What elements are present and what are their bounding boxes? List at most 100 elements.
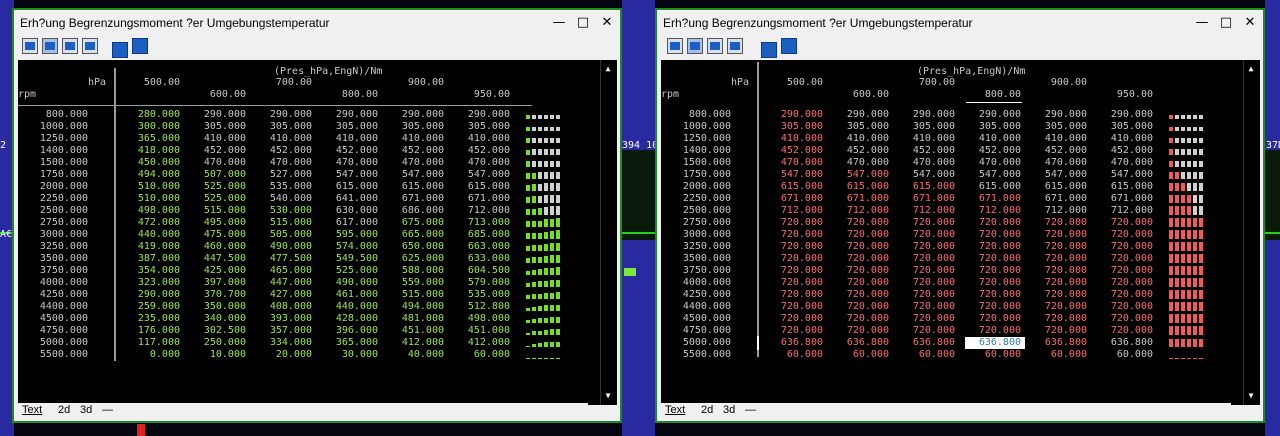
map-cell[interactable]: 290.000 [773,109,823,121]
map-cell[interactable]: 685.000 [460,229,510,241]
map-cell[interactable]: 720.000 [971,277,1021,289]
map-cell[interactable]: 525.000 [196,181,246,193]
map-cell[interactable]: 461.000 [328,289,378,301]
map-cell[interactable]: 490.000 [328,277,378,289]
map-cell[interactable]: 418.000 [130,145,180,157]
map-cell[interactable]: 410.000 [971,133,1021,145]
map-cell[interactable]: 40.000 [394,349,444,361]
map-cell[interactable]: 615.000 [328,181,378,193]
map-cell[interactable]: 720.000 [773,265,823,277]
map-cell[interactable]: 712.000 [460,205,510,217]
map-cell[interactable]: 350.000 [196,301,246,313]
map-cell[interactable]: 712.000 [773,205,823,217]
map-cell[interactable]: 720.000 [905,229,955,241]
map-cell[interactable]: 305.000 [839,121,889,133]
map-cell[interactable]: 470.000 [460,157,510,169]
map-cell[interactable]: 176.000 [130,325,180,337]
map-cell[interactable]: 323.000 [130,277,180,289]
map-cell[interactable]: 396.000 [328,325,378,337]
map-cell[interactable]: 305.000 [971,121,1021,133]
map-cell[interactable]: 60.000 [971,349,1021,361]
map-cell[interactable]: 720.000 [905,301,955,313]
tab-text[interactable]: Text [665,404,685,416]
map-cell[interactable]: 387.000 [130,253,180,265]
map-cell[interactable]: 10.000 [196,349,246,361]
map-cell[interactable]: 686.000 [394,205,444,217]
tab-2d[interactable]: 2d [701,404,713,416]
map-cell[interactable]: 290.000 [262,109,312,121]
map-cell[interactable]: 410.000 [328,133,378,145]
view-list-icon[interactable] [82,38,98,54]
map-cell[interactable]: 549.500 [328,253,378,265]
map-cell[interactable]: 305.000 [1103,121,1153,133]
map-cell[interactable]: 440.000 [130,229,180,241]
map-cell[interactable]: 450.000 [130,157,180,169]
view-split-icon[interactable] [42,38,58,54]
map-cell[interactable]: 408.000 [262,301,312,313]
map-cell[interactable]: 412.000 [460,337,510,349]
map-cell[interactable]: 507.000 [196,169,246,181]
map-cell[interactable]: 712.000 [905,205,955,217]
map-cell[interactable]: 235.000 [130,313,180,325]
map-cell[interactable]: 20.000 [262,349,312,361]
map-cell[interactable]: 720.000 [905,253,955,265]
map-cell[interactable]: 525.000 [328,265,378,277]
map-cell[interactable]: 720.000 [905,217,955,229]
map-cell[interactable]: 671.000 [1037,193,1087,205]
map-cell[interactable]: 720.000 [773,253,823,265]
minimize-icon[interactable]: — [550,14,568,32]
map-cell[interactable]: 720.000 [1103,241,1153,253]
map-cell[interactable]: 290.000 [1037,109,1087,121]
map-cell[interactable]: 720.000 [905,289,955,301]
map-cell[interactable]: 671.000 [971,193,1021,205]
map-cell[interactable]: 365.000 [130,133,180,145]
map-cell[interactable]: 720.000 [1103,277,1153,289]
map-cell[interactable]: 470.000 [905,157,955,169]
map-cell[interactable]: 290.000 [328,109,378,121]
map-cell[interactable]: 720.000 [1103,217,1153,229]
map-cell[interactable]: 559.000 [394,277,444,289]
color-fill-icon[interactable] [112,42,128,58]
map-cell[interactable]: 720.000 [1037,229,1087,241]
map-cell[interactable]: 547.000 [773,169,823,181]
map-cell[interactable]: 302.500 [196,325,246,337]
map-cell[interactable]: 720.000 [1037,289,1087,301]
map-cell[interactable]: 425.000 [196,265,246,277]
map-cell[interactable]: 470.000 [1037,157,1087,169]
map-cell[interactable]: 671.000 [905,193,955,205]
map-cell[interactable]: 470.000 [196,157,246,169]
scroll-up-icon[interactable]: ▲ [1244,62,1258,76]
map-cell[interactable]: 477.500 [262,253,312,265]
map-cell[interactable]: 547.000 [1103,169,1153,181]
map-cell[interactable]: 505.000 [262,229,312,241]
map-cell[interactable]: 671.000 [394,193,444,205]
map-cell[interactable]: 410.000 [905,133,955,145]
map-cell[interactable]: 340.000 [196,313,246,325]
tab-text[interactable]: Text [22,404,42,416]
map-cell[interactable]: 671.000 [773,193,823,205]
map-cell[interactable]: 410.000 [1103,133,1153,145]
map-cell[interactable]: 720.000 [905,277,955,289]
map-cell[interactable]: 290.000 [460,109,510,121]
scroll-down-icon[interactable]: ▼ [1244,389,1258,403]
map-cell[interactable]: 470.000 [1103,157,1153,169]
map-cell[interactable]: 712.000 [1037,205,1087,217]
map-cell[interactable]: 428.000 [328,313,378,325]
map-cell[interactable]: 588.000 [394,265,444,277]
minimize-icon[interactable]: — [1193,14,1211,32]
map-window-left[interactable]: Erh?ung Begrenzungsmoment ?er Umgebungst… [12,8,622,423]
vertical-scrollbar[interactable]: ▲ ▼ [600,60,617,405]
map-cell[interactable]: 574.000 [328,241,378,253]
view-grid-icon[interactable] [707,38,723,54]
map-cell[interactable]: 720.000 [971,229,1021,241]
map-cell[interactable]: 427.000 [262,289,312,301]
map-cell[interactable]: 60.000 [839,349,889,361]
map-cell[interactable]: 663.000 [460,241,510,253]
window-titlebar[interactable]: Erh?ung Begrenzungsmoment ?er Umgebungst… [657,10,1263,35]
map-cell[interactable]: 720.000 [773,217,823,229]
map-cell[interactable]: 305.000 [196,121,246,133]
map-cell[interactable]: 447.000 [262,277,312,289]
scroll-up-icon[interactable]: ▲ [601,62,615,76]
close-icon[interactable]: ✕ [598,14,616,32]
map-cell[interactable]: 452.000 [394,145,444,157]
